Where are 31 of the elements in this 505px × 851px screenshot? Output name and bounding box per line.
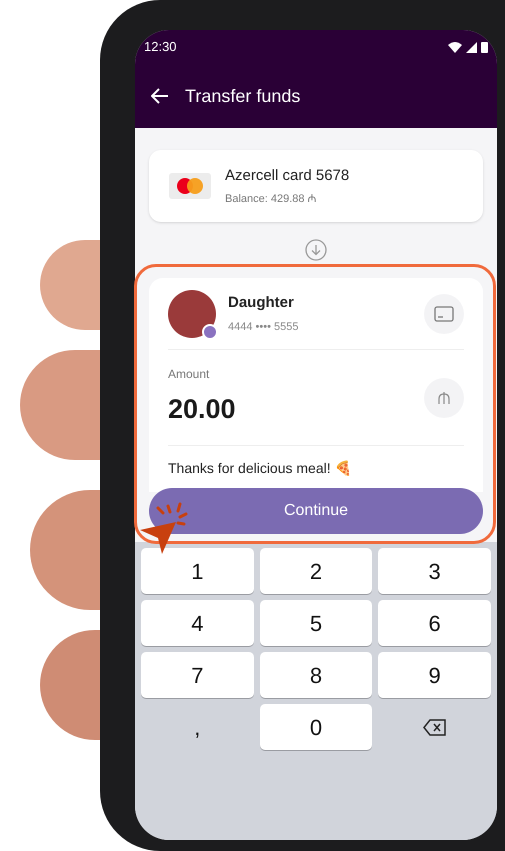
- status-time: 12:30: [144, 38, 177, 56]
- keypad-key[interactable]: 3: [378, 548, 491, 594]
- source-card[interactable]: Azercell card 5678 Balance: 429.88 ₼: [149, 150, 483, 222]
- card-logo-icon: [169, 173, 211, 199]
- amount-label: Amount: [168, 366, 210, 384]
- keypad-key[interactable]: ,: [141, 704, 254, 750]
- keypad-key[interactable]: 7: [141, 652, 254, 698]
- currency-button[interactable]: [424, 378, 464, 418]
- card-name: Azercell card 5678: [225, 166, 350, 186]
- keypad-key[interactable]: 8: [260, 652, 372, 698]
- keypad-key[interactable]: 5: [260, 600, 372, 646]
- keypad-key[interactable]: 1: [141, 548, 254, 594]
- note-text[interactable]: Thanks for delicious meal! 🍕: [168, 458, 352, 478]
- recipient-name: Daughter: [228, 292, 295, 312]
- signal-icon: [466, 42, 477, 52]
- card-select-button[interactable]: [424, 294, 464, 334]
- continue-button[interactable]: Continue: [149, 488, 483, 534]
- backspace-icon: [422, 718, 447, 736]
- recipient-card-number: 4444 •••• 5555: [228, 320, 300, 335]
- keypad-key[interactable]: 9: [378, 652, 491, 698]
- keypad-key[interactable]: 2: [260, 548, 372, 594]
- keypad-key[interactable]: 4: [141, 600, 254, 646]
- keypad-key[interactable]: 0: [260, 704, 372, 750]
- screen-title: Transfer funds: [185, 84, 300, 108]
- card-balance: Balance: 429.88 ₼: [225, 192, 318, 206]
- amount-value[interactable]: 20.00: [168, 389, 424, 430]
- battery-icon: [481, 41, 488, 53]
- manat-icon: [438, 390, 450, 404]
- wifi-icon: [448, 42, 462, 52]
- keypad-key[interactable]: 6: [378, 600, 491, 646]
- card-icon: [434, 306, 454, 322]
